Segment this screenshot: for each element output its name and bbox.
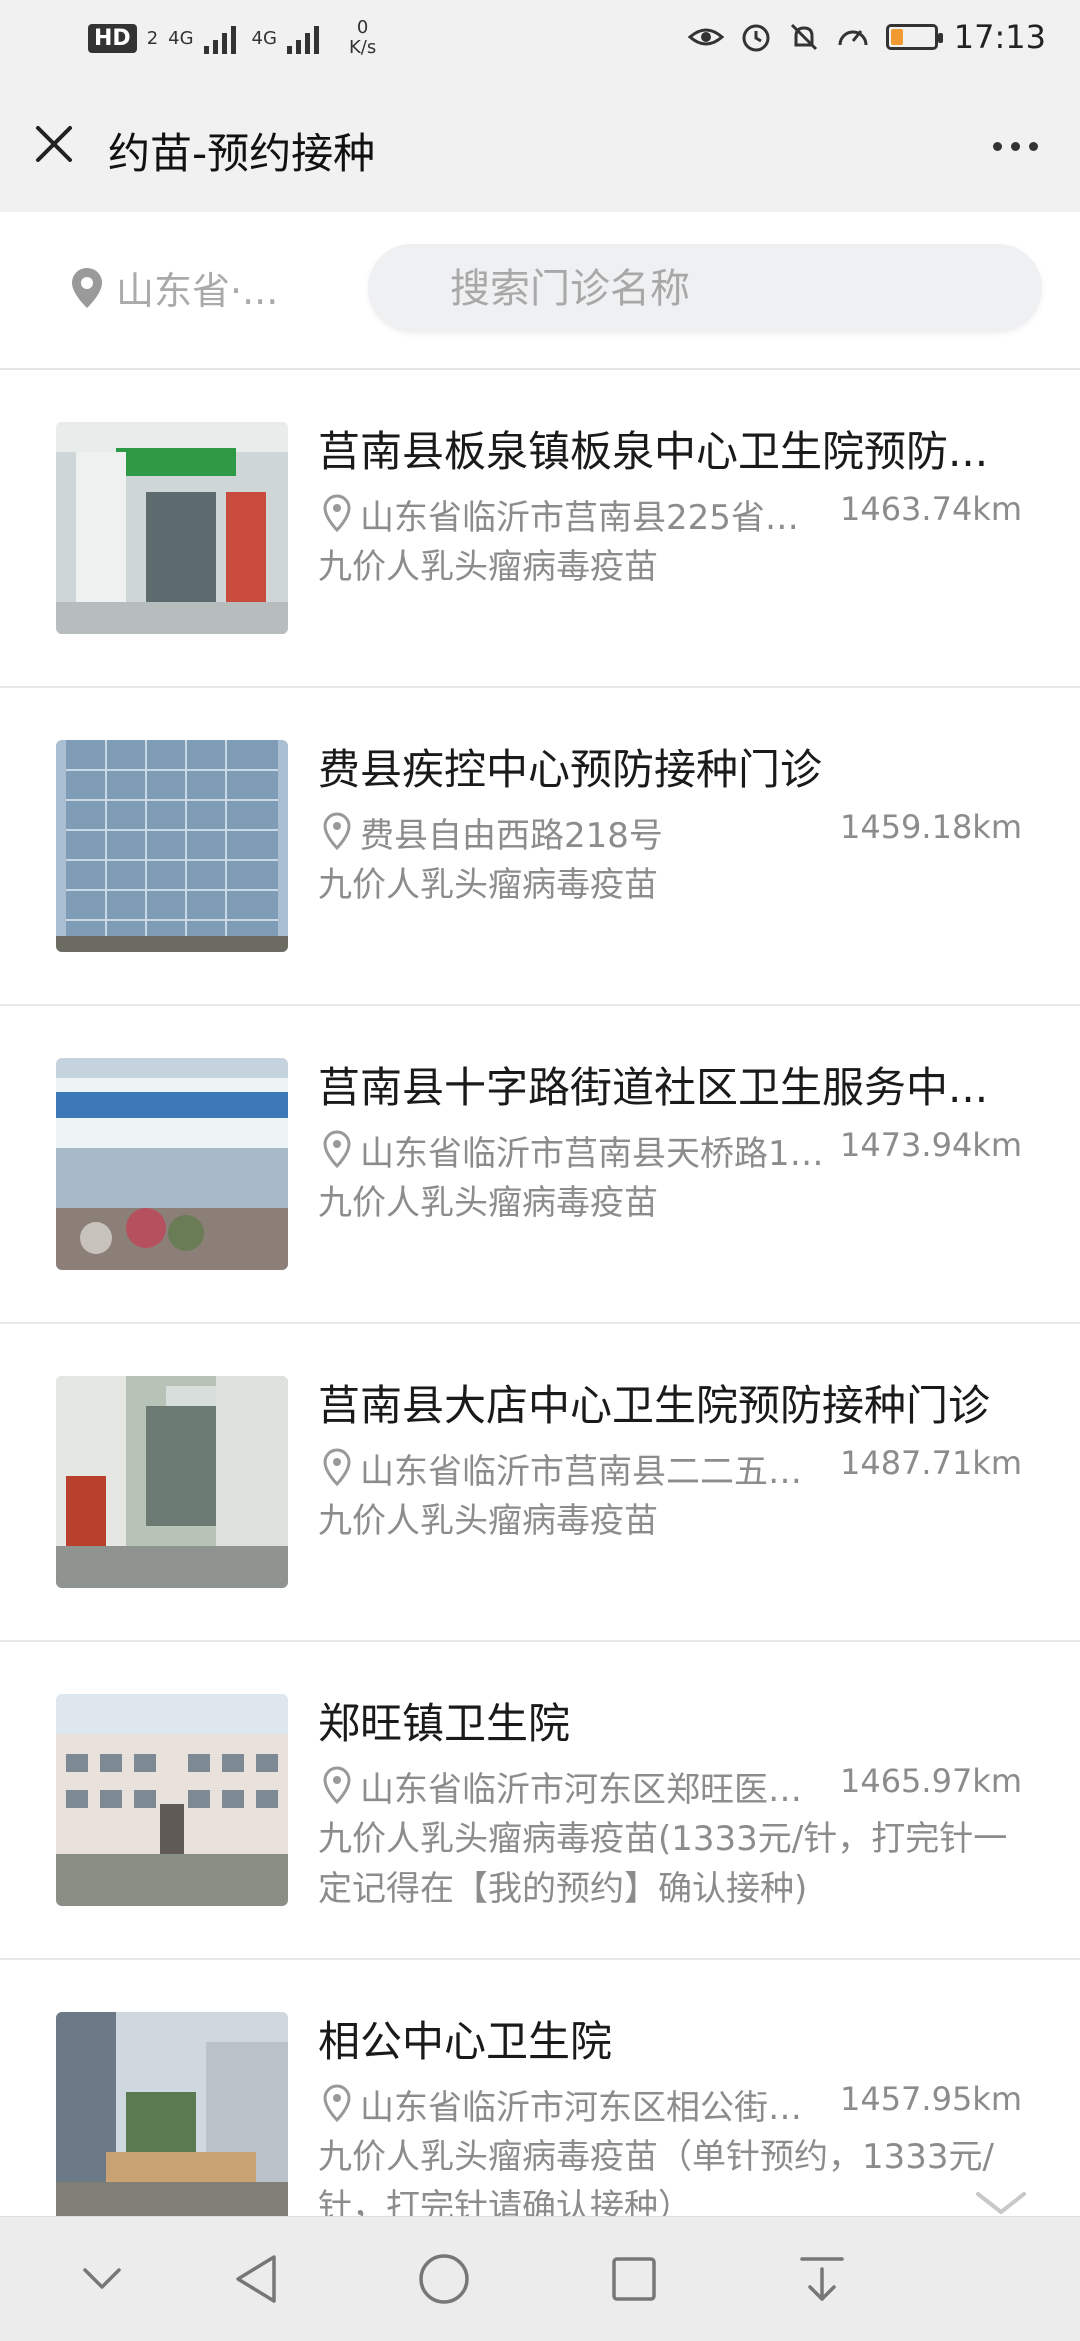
- search-box[interactable]: [368, 244, 1042, 334]
- clinic-distance: 1457.95km: [839, 2080, 1022, 2118]
- speed-value: 0: [356, 17, 369, 38]
- clinic-photo: [56, 2012, 288, 2224]
- speedometer-icon: [838, 30, 868, 46]
- more-icon-dot: [1010, 141, 1020, 151]
- clinic-vaccine: 九价人乳头瘤病毒疫苗: [318, 547, 658, 587]
- download-button[interactable]: [788, 2245, 856, 2313]
- recents-icon: [612, 2257, 656, 2301]
- hd-badge: HD: [88, 23, 137, 53]
- clinic-address: 山东省临沂市莒南县二二五省...: [360, 1452, 828, 1492]
- chevron-down-icon[interactable]: [974, 2188, 1028, 2218]
- clinic-vaccine: 九价人乳头瘤病毒疫苗: [318, 1183, 658, 1223]
- more-icon-dot: [1028, 141, 1038, 151]
- battery-icon: [885, 24, 943, 50]
- location-pin-icon: [323, 494, 351, 532]
- location-pin-icon: [323, 2084, 351, 2122]
- speed-unit: K/s: [348, 37, 377, 58]
- clinic-item[interactable]: 莒南县板泉镇板泉中心卫生院预防... 山东省临沂市莒南县225省道... 146…: [0, 370, 1080, 688]
- clinic-distance: 1463.74km: [839, 490, 1022, 528]
- clinic-item[interactable]: 郑旺镇卫生院 山东省临沂市河东区郑旺医院(... 1465.97km 九价人乳头…: [0, 1642, 1080, 1960]
- signal-icon: [203, 22, 242, 54]
- clinic-item[interactable]: 费县疾控中心预防接种门诊 费县自由西路218号 1459.18km 九价人乳头瘤…: [0, 688, 1080, 1006]
- clinic-distance: 1465.97km: [839, 1762, 1022, 1800]
- clinic-photo: [56, 1694, 288, 1906]
- page-title: 约苗-预约接种: [108, 129, 376, 178]
- clinic-address-row: 山东省临沂市河东区郑旺医院(... 1465.97km: [318, 1762, 1024, 1810]
- clinic-address-row: 山东省临沂市河东区相公街道... 1457.95km: [318, 2080, 1024, 2128]
- location-pin-icon: [323, 812, 351, 850]
- location-pin-icon: [72, 267, 102, 308]
- location-filter[interactable]: 山东省·...: [70, 260, 278, 315]
- clinic-name: 郑旺镇卫生院: [318, 1699, 571, 1748]
- download-icon: [800, 2257, 844, 2301]
- mute-bell-icon: [790, 23, 817, 51]
- collapse-button[interactable]: [68, 2245, 136, 2313]
- clinic-item[interactable]: 莒南县大店中心卫生院预防接种门诊 山东省临沂市莒南县二二五省... 1487.7…: [0, 1324, 1080, 1642]
- location-label: 山东省·...: [116, 269, 279, 313]
- close-icon: [36, 126, 72, 162]
- recents-button[interactable]: [600, 2245, 668, 2313]
- clinic-address: 山东省临沂市河东区相公街道...: [360, 2088, 828, 2128]
- clinic-address-row: 费县自由西路218号 1459.18km: [318, 808, 1024, 856]
- more-icon-dot: [992, 141, 1002, 151]
- clinic-photo: [56, 422, 288, 634]
- clinic-vaccine: 九价人乳头瘤病毒疫苗(1333元/针，打完针一定记得在【我的预约】确认接种): [318, 1819, 1008, 1909]
- close-button[interactable]: [24, 114, 84, 174]
- clinic-list: 莒南县板泉镇板泉中心卫生院预防... 山东省临沂市莒南县225省道... 146…: [0, 370, 1080, 2278]
- clinic-distance: 1459.18km: [839, 808, 1022, 846]
- clinic-name: 莒南县大店中心卫生院预防接种门诊: [318, 1381, 991, 1430]
- home-button[interactable]: [410, 2245, 478, 2313]
- collapse-icon: [83, 2268, 121, 2289]
- clinic-address-row: 山东省临沂市莒南县225省道... 1463.74km: [318, 490, 1024, 538]
- alarm-icon: [742, 24, 770, 52]
- more-button[interactable]: [980, 116, 1050, 176]
- signal-icon: [286, 22, 325, 54]
- location-pin-icon: [323, 1448, 351, 1486]
- clinic-address-row: 山东省临沂市莒南县天桥路15... 1473.94km: [318, 1126, 1024, 1174]
- clinic-item[interactable]: 莒南县十字路街道社区卫生服务中... 山东省临沂市莒南县天桥路15... 147…: [0, 1006, 1080, 1324]
- clinic-distance: 1473.94km: [839, 1126, 1022, 1164]
- location-pin-icon: [323, 1130, 351, 1168]
- network-type-1: 4G: [168, 27, 194, 49]
- hd-sub: 2: [146, 27, 159, 49]
- status-bar: HD 2 4G 4G 0 K/s 17:13: [0, 0, 1080, 80]
- clinic-photo: [56, 1058, 288, 1270]
- clinic-address-row: 山东省临沂市莒南县二二五省... 1487.71km: [318, 1444, 1024, 1492]
- title-bar: 约苗-预约接种: [0, 80, 1080, 212]
- battery-level: [890, 29, 903, 45]
- eye-icon: [687, 28, 724, 46]
- search-input[interactable]: [448, 244, 1012, 334]
- navigation-bar: [0, 2216, 1080, 2341]
- search-bar: 山东省·...: [0, 212, 1080, 370]
- clinic-photo: [56, 1376, 288, 1588]
- network-type-2: 4G: [251, 27, 277, 49]
- clinic-name: 莒南县十字路街道社区卫生服务中...: [318, 1063, 989, 1112]
- back-icon: [236, 2255, 276, 2303]
- clinic-vaccine: 九价人乳头瘤病毒疫苗: [318, 865, 658, 905]
- clinic-name: 莒南县板泉镇板泉中心卫生院预防...: [318, 427, 989, 476]
- clinic-vaccine: 九价人乳头瘤病毒疫苗: [318, 1501, 658, 1541]
- clinic-address: 费县自由西路218号: [360, 816, 663, 856]
- status-left: HD 2 4G 4G 0 K/s: [88, 18, 376, 58]
- clinic-photo: [56, 740, 288, 952]
- clinic-name: 相公中心卫生院: [318, 2017, 613, 2066]
- back-button[interactable]: [222, 2245, 290, 2313]
- clinic-address: 山东省临沂市莒南县天桥路15...: [360, 1134, 828, 1174]
- clock: 17:13: [953, 18, 1046, 56]
- status-right: 17:13: [687, 18, 1046, 56]
- clinic-name: 费县疾控中心预防接种门诊: [318, 745, 823, 794]
- clinic-distance: 1487.71km: [839, 1444, 1022, 1482]
- clinic-address: 山东省临沂市莒南县225省道...: [360, 498, 828, 538]
- location-pin-icon: [323, 1766, 351, 1804]
- clinic-address: 山东省临沂市河东区郑旺医院(...: [360, 1770, 828, 1810]
- network-speed: 0 K/s: [349, 18, 376, 58]
- home-icon: [419, 2254, 469, 2304]
